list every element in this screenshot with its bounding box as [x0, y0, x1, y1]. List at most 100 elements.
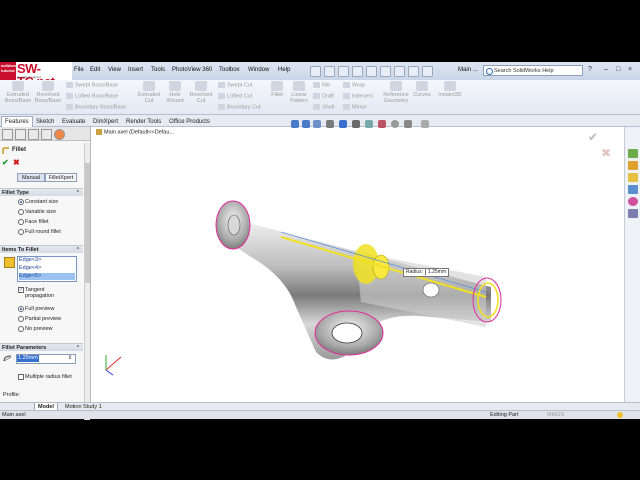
- option-face-fillet[interactable]: Face fillet: [18, 219, 49, 225]
- reference-geometry-button[interactable]: Reference Geometry: [380, 81, 412, 104]
- lofted-boss-button[interactable]: Lofted Boss/Base: [66, 93, 118, 99]
- undo-icon[interactable]: [366, 66, 377, 77]
- view-palette-icon[interactable]: [628, 185, 638, 194]
- menu-help[interactable]: Help: [278, 67, 290, 73]
- curves-button[interactable]: Curves: [411, 81, 433, 98]
- apply-scene-icon[interactable]: [391, 120, 399, 128]
- custom-properties-icon[interactable]: [628, 209, 638, 218]
- ok-icon[interactable]: ✔: [2, 158, 9, 167]
- restore-icon[interactable]: □: [616, 66, 620, 73]
- file-explorer-icon[interactable]: [628, 173, 638, 182]
- edit-appearance-icon[interactable]: [378, 120, 386, 128]
- wrap-button[interactable]: Wrap: [343, 82, 365, 88]
- search-input[interactable]: Search SolidWorks Help: [483, 65, 583, 76]
- status-units[interactable]: MMGS: [547, 411, 564, 419]
- edge-selection-list[interactable]: Edge<3> Edge<4> Edge<5>: [17, 256, 77, 282]
- radius-input[interactable]: 1.25mm: [16, 354, 76, 364]
- menu-window[interactable]: Window: [248, 67, 269, 73]
- list-item[interactable]: Edge<5>: [19, 273, 75, 280]
- help-icon[interactable]: ?: [588, 66, 592, 73]
- options-icon[interactable]: [422, 66, 433, 77]
- revolved-boss-button[interactable]: Revolved Boss/Base: [33, 81, 63, 104]
- fillet-parameters-header[interactable]: Fillet Parameters ⌃: [0, 343, 83, 351]
- shell-button[interactable]: Shell: [313, 104, 334, 110]
- radius-callout[interactable]: Radius: 1.25mm: [403, 268, 450, 277]
- close-icon[interactable]: ×: [628, 66, 632, 73]
- open-icon[interactable]: [324, 66, 335, 77]
- list-item[interactable]: Edge<3>: [19, 257, 41, 264]
- view-settings-icon[interactable]: [404, 120, 412, 128]
- menu-photoview[interactable]: PhotoView 360: [172, 67, 212, 73]
- revolved-cut-button[interactable]: Revolved Cut: [187, 81, 215, 104]
- design-library-icon[interactable]: [628, 161, 638, 170]
- fillet-type-header[interactable]: Fillet Type ⌃: [0, 188, 83, 196]
- option-full-preview[interactable]: Full preview: [18, 306, 54, 312]
- appearances-icon[interactable]: [628, 197, 638, 206]
- scrollbar-thumb[interactable]: [85, 163, 90, 283]
- part-model[interactable]: ✔ ✖: [91, 127, 624, 403]
- tab-manual[interactable]: Manual: [17, 173, 45, 182]
- rebuild-status-icon[interactable]: [617, 412, 623, 418]
- option-no-preview[interactable]: No preview: [18, 326, 53, 332]
- swept-boss-button[interactable]: Swept Boss/Base: [66, 82, 118, 88]
- view-orientation-icon[interactable]: [339, 120, 347, 128]
- feature-tree-icon[interactable]: [2, 129, 13, 140]
- extruded-boss-button[interactable]: Extruded Boss/Base: [3, 81, 33, 104]
- swept-cut-button[interactable]: Swept Cut: [218, 82, 252, 88]
- menu-insert[interactable]: Insert: [128, 67, 143, 73]
- viewport-icon[interactable]: [421, 120, 429, 128]
- callout-value[interactable]: 1.25mm: [424, 269, 449, 275]
- cancel-icon[interactable]: ✖: [13, 158, 20, 167]
- dimxpert-icon[interactable]: [41, 129, 52, 140]
- spinner-icon[interactable]: ⇕: [68, 355, 72, 361]
- display-manager-icon[interactable]: [54, 129, 65, 140]
- option-full-round-fillet[interactable]: Full round fillet: [18, 229, 61, 235]
- graphics-viewport[interactable]: ✔ ✖: [91, 127, 624, 403]
- display-style-icon[interactable]: [352, 120, 360, 128]
- option-variable-size[interactable]: Variable size: [18, 209, 56, 215]
- section-view-icon[interactable]: [326, 120, 334, 128]
- confirm-ok-icon[interactable]: ✔: [588, 130, 598, 144]
- hide-show-icon[interactable]: [365, 120, 373, 128]
- resources-icon[interactable]: [628, 149, 638, 158]
- menu-tools[interactable]: Tools: [151, 67, 165, 73]
- previous-view-icon[interactable]: [313, 120, 321, 128]
- new-icon[interactable]: [310, 66, 321, 77]
- select-icon[interactable]: [380, 66, 391, 77]
- rebuild-icon[interactable]: [394, 66, 405, 77]
- save-icon[interactable]: [338, 66, 349, 77]
- list-item[interactable]: Edge<4>: [19, 265, 41, 272]
- property-manager-icon[interactable]: [15, 129, 26, 140]
- tab-filletxpert[interactable]: FilletXpert: [45, 173, 77, 182]
- minimize-icon[interactable]: –: [604, 66, 608, 73]
- mirror-button[interactable]: Mirror: [343, 104, 366, 110]
- items-to-fillet-header[interactable]: Items To Fillet ⌃: [0, 245, 83, 253]
- hole-wizard-button[interactable]: Hole Wizard: [161, 81, 189, 104]
- zoom-area-icon[interactable]: [302, 120, 310, 128]
- lofted-cut-button[interactable]: Lofted Cut: [218, 93, 252, 99]
- configuration-icon[interactable]: [28, 129, 39, 140]
- confirm-cancel-icon[interactable]: ✖: [601, 146, 611, 160]
- feature-tree-root[interactable]: Main axel (Default<<Defau...: [96, 129, 174, 135]
- menu-edit[interactable]: Edit: [90, 67, 100, 73]
- option-partial-preview[interactable]: Partial preview: [18, 316, 61, 322]
- menu-view[interactable]: View: [108, 67, 121, 73]
- zoom-fit-icon[interactable]: [291, 120, 299, 128]
- menu-file[interactable]: File: [74, 67, 84, 73]
- instant3d-button[interactable]: Instant3D: [435, 81, 465, 98]
- panel-scrollbar[interactable]: [84, 143, 90, 420]
- menu-toolbox[interactable]: Toolbox: [219, 67, 240, 73]
- extruded-cut-button[interactable]: Extruded Cut: [134, 81, 164, 104]
- fillet-button[interactable]: Fillet: [268, 81, 286, 98]
- linear-pattern-button[interactable]: Linear Pattern: [287, 81, 311, 104]
- file-properties-icon[interactable]: [408, 66, 419, 77]
- boundary-boss-button[interactable]: Boundary Boss/Base: [66, 104, 126, 110]
- multiple-radius-checkbox[interactable]: Multiple radius fillet: [18, 374, 75, 380]
- option-constant-size[interactable]: Constant size: [18, 199, 58, 205]
- boundary-cut-button[interactable]: Boundary Cut: [218, 104, 261, 110]
- intersect-button[interactable]: Intersect: [343, 93, 373, 99]
- tab-features[interactable]: Features: [1, 116, 33, 127]
- draft-button[interactable]: Draft: [313, 93, 334, 99]
- tangent-propagation-checkbox[interactable]: ✓ Tangent propagation: [18, 287, 75, 299]
- print-icon[interactable]: [352, 66, 363, 77]
